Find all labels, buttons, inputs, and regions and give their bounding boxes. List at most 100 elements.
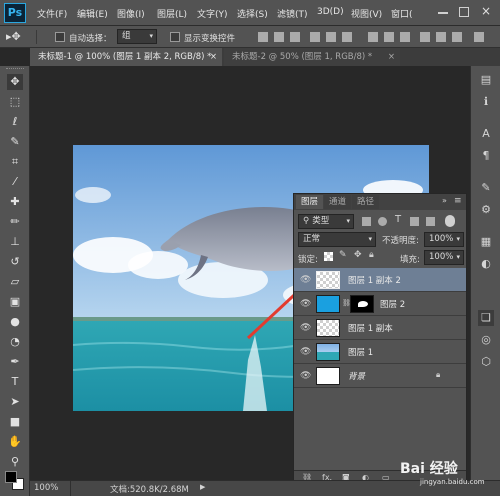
- fill-field[interactable]: 100% ▾: [424, 250, 464, 265]
- type-tool-icon[interactable]: T: [7, 374, 23, 390]
- menu-filter[interactable]: 滤镜(T): [277, 7, 308, 20]
- lock-all-icon[interactable]: 🔒︎: [369, 250, 374, 260]
- layers-panel-icon[interactable]: ❏: [478, 310, 494, 326]
- menu-image[interactable]: 图像(I): [117, 7, 145, 20]
- layer-row-layer2[interactable]: 👁︎ ⛓ 图层 2: [294, 292, 466, 316]
- show-transform-checkbox[interactable]: [170, 32, 180, 42]
- lasso-tool-icon[interactable]: ℓ: [7, 114, 23, 130]
- collapse-panel-icon[interactable]: »: [442, 196, 447, 205]
- filter-pixel-icon[interactable]: [362, 217, 371, 226]
- menu-select[interactable]: 选择(S): [237, 7, 268, 20]
- info-panel-icon[interactable]: ℹ: [478, 94, 494, 110]
- paths-panel-icon[interactable]: ⬡: [478, 354, 494, 370]
- zoom-level[interactable]: 100%: [34, 483, 58, 493]
- auto-align-icon[interactable]: [474, 32, 484, 42]
- align-left-icon[interactable]: [310, 32, 320, 42]
- tab-channels[interactable]: 通道: [324, 195, 352, 209]
- brush-panel-icon[interactable]: ✎: [478, 180, 494, 196]
- zoom-tool-icon[interactable]: ⚲: [7, 454, 23, 470]
- marquee-tool-icon[interactable]: ⬚: [7, 94, 23, 110]
- clone-stamp-tool-icon[interactable]: ⊥: [7, 234, 23, 250]
- distribute-vcenter-icon[interactable]: [384, 32, 394, 42]
- color-panel-icon[interactable]: ◐: [478, 256, 494, 272]
- menu-type[interactable]: 文字(Y): [197, 7, 228, 20]
- tab-paths[interactable]: 路径: [352, 195, 380, 209]
- align-right-icon[interactable]: [342, 32, 352, 42]
- tab-untitled-1[interactable]: 未标题-1 @ 100% (图层 1 副本 2, RGB/8) * ×: [30, 48, 222, 66]
- distribute-bottom-icon[interactable]: [400, 32, 410, 42]
- eyedropper-tool-icon[interactable]: ⁄: [7, 174, 23, 190]
- filter-smart-object-icon[interactable]: [426, 217, 435, 226]
- eraser-tool-icon[interactable]: ▱: [7, 274, 23, 290]
- tab-untitled-2[interactable]: 未标题-2 @ 50% (图层 1, RGB/8) * ×: [224, 48, 400, 66]
- move-tool-icon[interactable]: ✥: [7, 74, 23, 90]
- hand-tool-icon[interactable]: ✋: [7, 434, 23, 450]
- distribute-left-icon[interactable]: [420, 32, 430, 42]
- distribute-hcenter-icon[interactable]: [436, 32, 446, 42]
- align-vcenter-icon[interactable]: [274, 32, 284, 42]
- quick-select-tool-icon[interactable]: ✎: [7, 134, 23, 150]
- align-hcenter-icon[interactable]: [326, 32, 336, 42]
- crop-tool-icon[interactable]: ⌗: [7, 154, 23, 170]
- distribute-top-icon[interactable]: [368, 32, 378, 42]
- layer-row-layer1[interactable]: 👁︎ 图层 1: [294, 340, 466, 364]
- visibility-eye-icon[interactable]: 👁︎: [300, 323, 311, 333]
- toolbox-grip[interactable]: [6, 68, 24, 71]
- filter-adjustment-icon[interactable]: [378, 217, 387, 226]
- menu-layer[interactable]: 图层(L): [157, 7, 187, 20]
- opacity-field[interactable]: 100% ▾: [424, 232, 464, 247]
- lock-transparency-icon[interactable]: [324, 252, 333, 261]
- align-top-icon[interactable]: [258, 32, 268, 42]
- filter-kind-dropdown[interactable]: ⚲ 类型 ▾: [298, 214, 354, 229]
- visibility-eye-icon[interactable]: 👁︎: [300, 299, 311, 309]
- layers-panel: 图层 通道 路径 » ≡ ⚲ 类型 ▾ T 正常 ▾ 不透明度: 100% ▾ 锁定: …: [293, 193, 467, 485]
- swatches-panel-icon[interactable]: ▦: [478, 234, 494, 250]
- move-tool-preset-icon[interactable]: ▸✥: [6, 29, 28, 45]
- visibility-eye-icon[interactable]: 👁︎: [300, 371, 311, 381]
- healing-brush-tool-icon[interactable]: ✚: [7, 194, 23, 210]
- visibility-eye-icon[interactable]: 👁︎: [300, 275, 311, 285]
- maximize-icon[interactable]: [459, 7, 469, 17]
- menu-file[interactable]: 文件(F): [37, 7, 67, 20]
- channels-panel-icon[interactable]: ◎: [478, 332, 494, 348]
- layer-row-layer1-copy2[interactable]: 👁︎ 图层 1 副本 2: [294, 268, 466, 292]
- pen-tool-icon[interactable]: ✒: [7, 354, 23, 370]
- menu-edit[interactable]: 编辑(E): [77, 7, 108, 20]
- minimize-icon[interactable]: [438, 12, 448, 14]
- layer-mask-thumbnail[interactable]: [350, 295, 374, 313]
- menu-window[interactable]: 窗口(: [391, 7, 413, 20]
- character-panel-icon[interactable]: A: [478, 126, 494, 142]
- status-menu-icon[interactable]: ▶: [200, 483, 205, 491]
- lock-pixels-icon[interactable]: ✎: [339, 250, 347, 260]
- tab-close-icon[interactable]: ×: [388, 48, 395, 66]
- path-select-tool-icon[interactable]: ➤: [7, 394, 23, 410]
- dodge-tool-icon[interactable]: ◔: [7, 334, 23, 350]
- filter-type-icon[interactable]: T: [395, 214, 401, 225]
- clone-source-panel-icon[interactable]: ⚙: [478, 202, 494, 218]
- align-bottom-icon[interactable]: [290, 32, 300, 42]
- filter-shape-icon[interactable]: [410, 217, 419, 226]
- distribute-right-icon[interactable]: [452, 32, 462, 42]
- auto-select-checkbox[interactable]: [55, 32, 65, 42]
- foreground-color-swatch[interactable]: [5, 471, 17, 483]
- gradient-tool-icon[interactable]: ▣: [7, 294, 23, 310]
- blur-tool-icon[interactable]: ●: [7, 314, 23, 330]
- auto-select-dropdown[interactable]: 组 ▾: [117, 29, 157, 44]
- layer-row-layer1-copy[interactable]: 👁︎ 图层 1 副本: [294, 316, 466, 340]
- shape-tool-icon[interactable]: ■: [7, 414, 23, 430]
- filter-toggle-icon[interactable]: [445, 215, 455, 227]
- menu-3d[interactable]: 3D(D): [317, 7, 344, 17]
- paragraph-panel-icon[interactable]: ¶: [478, 148, 494, 164]
- menu-view[interactable]: 视图(V): [351, 7, 382, 20]
- visibility-eye-icon[interactable]: 👁︎: [300, 347, 311, 357]
- tab-close-icon[interactable]: ×: [210, 48, 217, 66]
- layer-row-background[interactable]: 👁︎ 背景 🔒︎: [294, 364, 466, 388]
- blend-mode-dropdown[interactable]: 正常 ▾: [298, 232, 376, 247]
- lock-position-icon[interactable]: ✥: [354, 250, 362, 260]
- close-window-icon[interactable]: ×: [481, 4, 491, 18]
- brush-tool-icon[interactable]: ✏: [7, 214, 23, 230]
- tab-layers[interactable]: 图层: [296, 195, 324, 209]
- history-brush-tool-icon[interactable]: ↺: [7, 254, 23, 270]
- history-panel-icon[interactable]: ▤: [478, 72, 494, 88]
- panel-menu-icon[interactable]: ≡: [454, 196, 462, 206]
